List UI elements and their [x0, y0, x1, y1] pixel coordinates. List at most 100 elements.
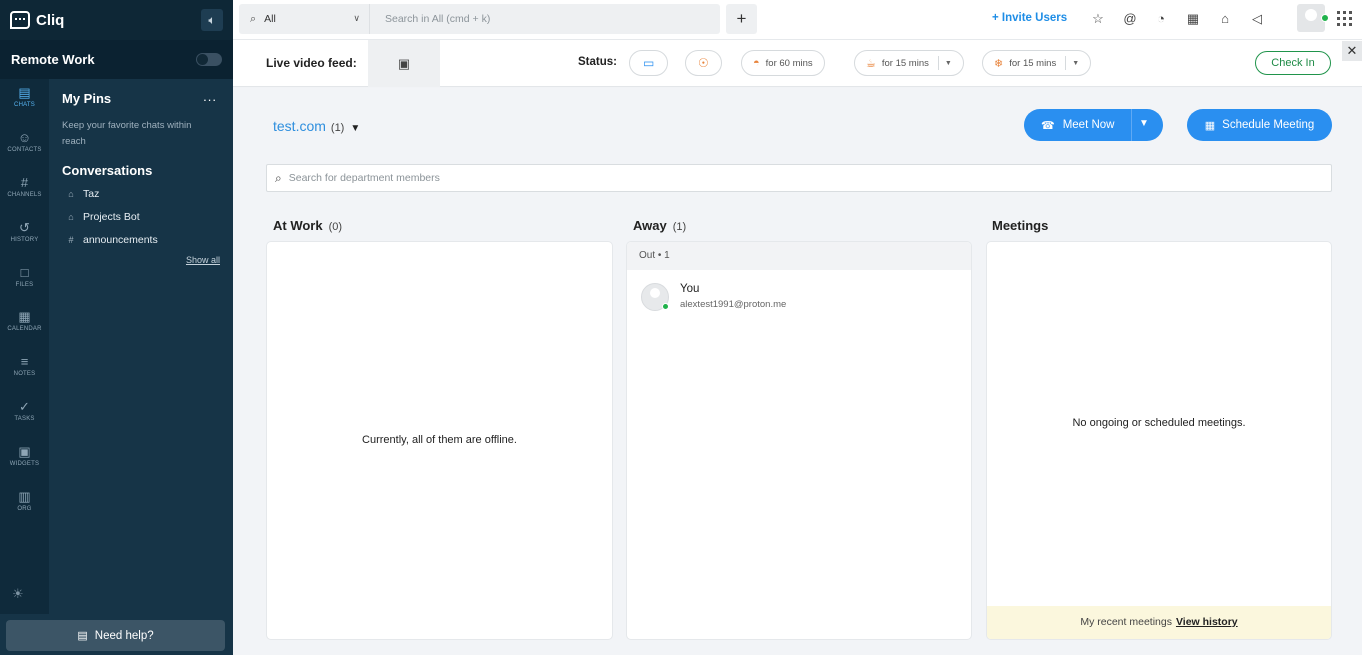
laptop-icon: ▭	[643, 56, 655, 70]
at-work-column: Currently, all of them are offline.	[266, 241, 613, 640]
chats-panel: My Pins ... Keep your favorite chats wit…	[49, 79, 233, 614]
status-lunch-label: for 60 mins	[765, 57, 813, 69]
focus-target-icon: ☉	[698, 56, 709, 70]
rail-notes[interactable]: ≡ NOTES	[0, 354, 49, 377]
status-lunch-button[interactable]: ◓ for 60 mins	[741, 50, 825, 76]
invite-users-link[interactable]: + Invite Users	[992, 12, 1067, 24]
close-icon[interactable]: ✕	[1342, 41, 1362, 61]
status-bar: Live video feed: ▣ Status: ▭ ☉ ◓ for 60 …	[233, 40, 1362, 87]
department-search-input[interactable]: ⌕ Search for department members	[266, 164, 1332, 192]
conversations-title: Conversations	[62, 163, 153, 178]
need-help-label: Need help?	[94, 629, 154, 642]
meet-now-button[interactable]: ☎︎ Meet Now ▼	[1024, 109, 1163, 141]
online-status-dot	[662, 303, 669, 310]
recent-meetings-label: My recent meetings	[1080, 616, 1172, 628]
nav-rail: ▤ CHATS ☺ CONTACTS # CHANNELS ↺ HISTORY …	[0, 79, 49, 655]
status-focus-button[interactable]: ☉	[685, 50, 722, 76]
lunch-icon: ◓	[753, 57, 760, 69]
member-name: You	[680, 283, 700, 295]
global-search-input[interactable]: Search in All (cmd + k)	[369, 4, 720, 34]
video-camera-button[interactable]: ▣	[368, 40, 440, 87]
rail-calendar-label: CALENDAR	[7, 326, 42, 332]
pins-more-button[interactable]: ...	[203, 89, 217, 104]
search-scope-select[interactable]: ⌕ All ∨	[239, 4, 369, 34]
pins-title: My Pins	[62, 91, 112, 106]
pins-description: Keep your favorite chats within reach	[62, 120, 192, 147]
widgets-icon: ▣	[18, 444, 31, 459]
mention-icon[interactable]: @	[1122, 11, 1138, 27]
hash-icon: #	[68, 235, 74, 245]
remote-work-label: Remote Work	[11, 52, 95, 67]
remote-work-bar: Remote Work	[0, 40, 233, 79]
meetings-empty-message: No ongoing or scheduled meetings.	[1072, 417, 1246, 429]
member-email: alextest1991@proton.me	[680, 299, 787, 310]
rail-channels[interactable]: # CHANNELS	[0, 175, 49, 198]
coffee-icon: ☕︎	[866, 57, 876, 70]
rail-calendar[interactable]: ▦ CALENDAR	[0, 309, 49, 332]
status-coffee-button[interactable]: ☕︎ for 15 mins ▼	[854, 50, 964, 76]
rail-contacts-label: CONTACTS	[7, 147, 42, 153]
rail-widgets[interactable]: ▣ WIDGETS	[0, 444, 49, 467]
conversation-item[interactable]: ⌂ Projects Bot	[64, 211, 139, 223]
rail-org[interactable]: ▥ ORG	[0, 489, 49, 512]
search-icon: ⌕	[250, 12, 257, 25]
rail-channels-label: CHANNELS	[7, 192, 42, 198]
announcement-icon[interactable]: ◁	[1249, 11, 1265, 27]
status-break-button[interactable]: ❄︎ for 15 mins ▼	[982, 50, 1092, 76]
app-brand: Cliq 🔈︎	[0, 0, 233, 40]
member-row[interactable]: You alextest1991@proton.me	[641, 283, 786, 311]
chevron-down-icon: ∨	[353, 13, 360, 23]
calendar-icon[interactable]: ▦	[1185, 11, 1201, 27]
chevron-down-icon[interactable]: ▼	[1139, 118, 1149, 129]
person-icon: ☺	[17, 130, 32, 145]
notes-icon: ≡	[20, 354, 29, 369]
video-camera-icon: ▣	[397, 56, 411, 71]
need-help-button[interactable]: ▤ Need help?	[6, 620, 225, 651]
at-work-title-text: At Work	[273, 218, 323, 233]
department-count: (1)	[330, 122, 345, 134]
rail-files[interactable]: □ FILES	[0, 265, 49, 288]
schedule-meeting-button[interactable]: ▦ Schedule Meeting	[1187, 109, 1332, 141]
meet-now-label: Meet Now	[1062, 119, 1115, 131]
away-title-text: Away	[633, 218, 667, 233]
hash-icon: #	[20, 175, 29, 190]
check-in-button[interactable]: Check In	[1255, 51, 1331, 75]
at-work-count: (0)	[328, 221, 343, 233]
apps-grid-icon[interactable]	[1337, 11, 1352, 26]
rail-notes-label: NOTES	[13, 371, 36, 377]
department-selector[interactable]: test.com (1) ▼	[273, 118, 360, 134]
help-area: ▤ Need help?	[0, 614, 233, 655]
rail-history[interactable]: ↺ HISTORY	[0, 220, 49, 243]
conversation-item[interactable]: ⌂ Taz	[64, 188, 99, 200]
theme-bulb-icon[interactable]: ☀	[12, 586, 32, 602]
phone-icon: ☎︎	[1041, 119, 1055, 132]
conversation-item[interactable]: # announcements	[64, 234, 157, 246]
store-icon[interactable]: ⌂	[1217, 11, 1233, 27]
rail-chats[interactable]: ▤ CHATS	[0, 85, 49, 108]
reminder-icon[interactable]: ◔	[1153, 11, 1169, 27]
away-column: Out • 1 You alextest1991@proton.me	[626, 241, 972, 640]
bot-icon: ⌂	[68, 189, 74, 199]
away-title: Away (1)	[633, 218, 686, 233]
new-item-button[interactable]: +	[726, 4, 757, 34]
main-content: test.com (1) ▼ ☎︎ Meet Now ▼ ▦ Schedule …	[233, 88, 1362, 655]
department-name: test.com	[273, 118, 326, 134]
show-all-link[interactable]: Show all	[186, 255, 220, 265]
search-icon: ⌕	[275, 170, 282, 185]
rail-files-label: FILES	[15, 282, 34, 288]
history-icon: ↺	[19, 220, 30, 235]
rail-contacts[interactable]: ☺ CONTACTS	[0, 130, 49, 153]
rail-tasks[interactable]: ✓ TASKS	[0, 399, 49, 422]
cliq-logo-icon	[10, 11, 30, 29]
star-icon[interactable]: ☆	[1090, 11, 1106, 27]
remote-work-toggle[interactable]	[196, 53, 222, 66]
top-bar: ⌕ All ∨ Search in All (cmd + k) + + Invi…	[233, 0, 1362, 40]
meetings-column: No ongoing or scheduled meetings. My rec…	[986, 241, 1332, 640]
status-desk-button[interactable]: ▭	[629, 50, 669, 76]
rail-tasks-label: TASKS	[14, 416, 35, 422]
view-history-link[interactable]: View history	[1176, 616, 1238, 628]
at-work-empty-message: Currently, all of them are offline.	[362, 434, 517, 446]
chevron-down-icon[interactable]: ▼	[1072, 60, 1079, 67]
chevron-down-icon[interactable]: ▼	[945, 60, 952, 67]
speaker-icon[interactable]: 🔈︎	[201, 9, 223, 31]
